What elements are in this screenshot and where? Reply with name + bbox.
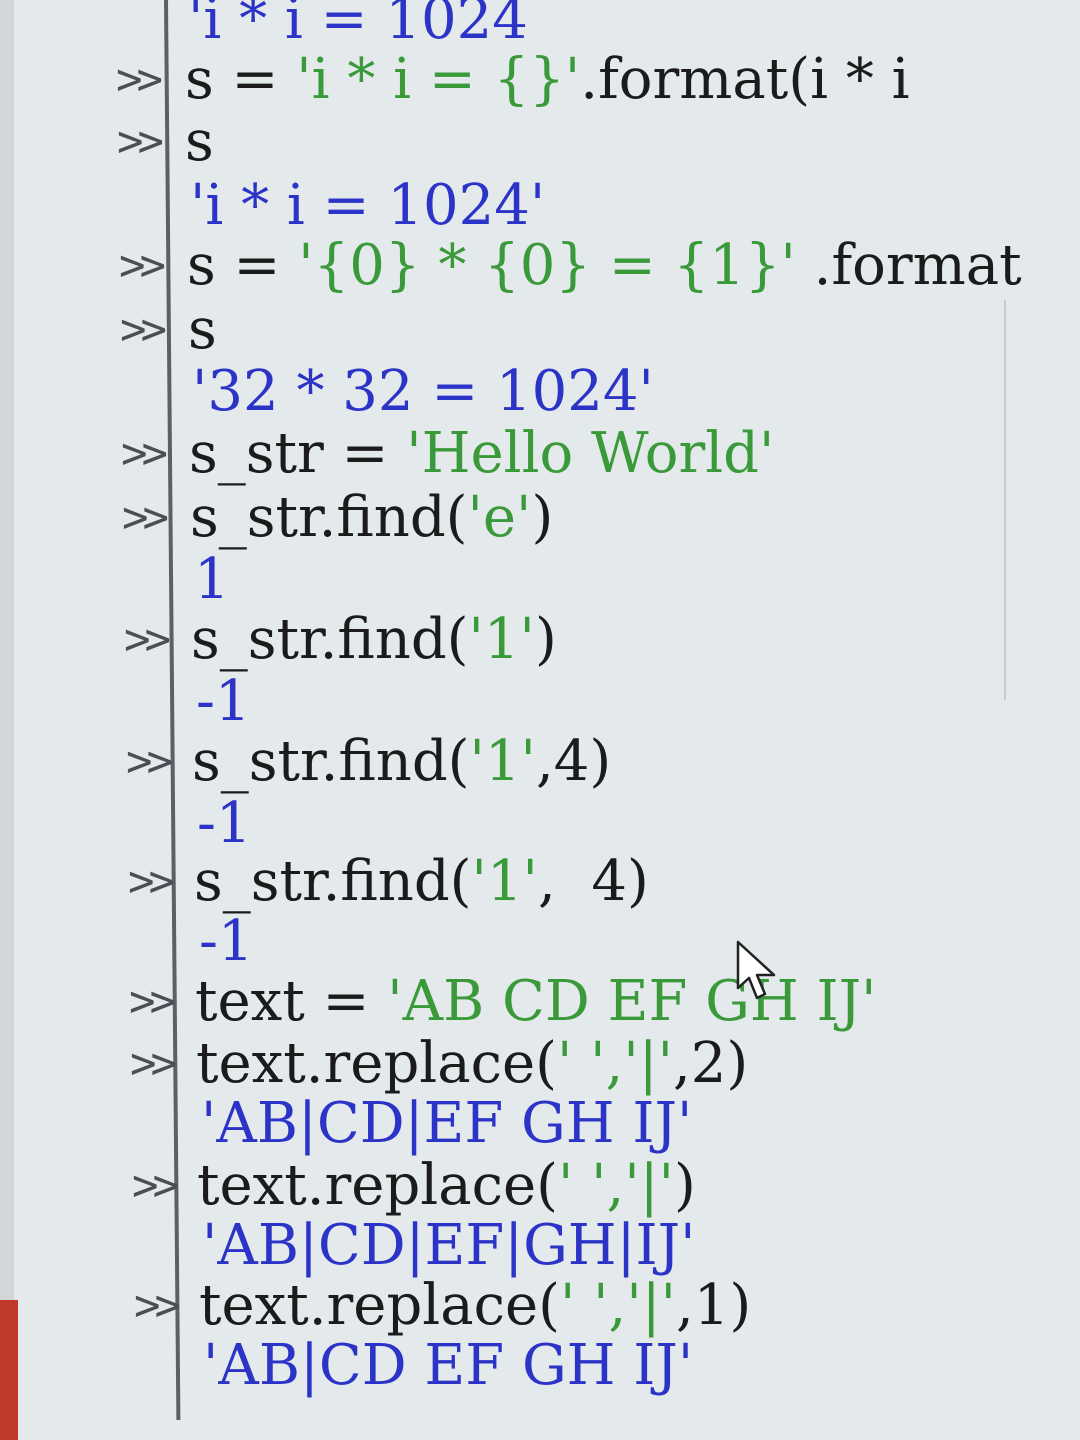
input-code[interactable]: text.replace(' ','|') <box>197 1156 696 1216</box>
prompt-symbol: >> <box>116 54 163 105</box>
prompt-symbol: >> <box>119 240 166 291</box>
code-text: ,2) <box>672 1031 749 1096</box>
input-code[interactable]: s_str.find('e') <box>190 488 553 548</box>
prompt-symbol: >> <box>117 116 164 167</box>
code-text: s_str.find( <box>192 729 470 794</box>
string-literal: '{0} * {0} = {1}' <box>298 233 796 298</box>
string-literal: '1' <box>471 849 538 914</box>
code-text: s_str.find( <box>194 849 472 914</box>
prompt-symbol: >> <box>132 1160 179 1211</box>
console-output-area[interactable]: 'i * i = 1024 >> s = 'i * i = {}'.format(i… <box>0 0 1080 1440</box>
input-code[interactable]: s_str.find('1', 4) <box>194 852 649 912</box>
code-text: s = <box>185 47 297 112</box>
output-value: 'AB|CD EF GH IJ' <box>203 1333 694 1398</box>
code-text: .format(i * i <box>580 47 910 112</box>
prompt-symbol: >> <box>134 1280 181 1331</box>
input-code[interactable]: s_str = 'Hello World' <box>189 424 774 484</box>
input-code[interactable]: text.replace(' ','|',1) <box>199 1276 751 1336</box>
output-value: 'AB|CD|EF GH IJ' <box>201 1091 693 1156</box>
prompt-symbol: >> <box>128 856 175 907</box>
code-text: s <box>188 297 217 362</box>
string-literal: '1' <box>468 607 535 672</box>
prompt-symbol: >> <box>120 304 167 355</box>
code-text: ) <box>673 1153 696 1218</box>
code-text: text.replace( <box>196 1031 557 1096</box>
code-text: s_str = <box>189 421 407 486</box>
output-value: 'AB|CD|EF|GH|IJ' <box>202 1213 696 1278</box>
code-text: ,4) <box>535 729 612 794</box>
input-code[interactable]: s = '{0} * {0} = {1}' .format <box>187 236 1022 296</box>
string-literal: ' ','|' <box>559 1273 676 1338</box>
output-value: 'i * i = 1024 <box>188 0 528 52</box>
prompt-symbol: >> <box>129 976 176 1027</box>
code-text: s = <box>187 233 299 298</box>
prompt-symbol: >> <box>130 1038 177 1089</box>
code-text: text.replace( <box>197 1153 558 1218</box>
code-text: , 4) <box>537 849 649 914</box>
prompt-symbol: >> <box>126 736 173 787</box>
string-literal: 'AB CD EF GH IJ' <box>387 969 877 1034</box>
input-code[interactable]: s <box>188 300 217 360</box>
input-code[interactable]: s_str.find('1',4) <box>192 732 611 792</box>
code-text: s_str.find( <box>190 485 468 550</box>
string-literal: 'Hello World' <box>406 421 775 486</box>
code-text: .format <box>795 233 1022 298</box>
code-text: s <box>185 109 214 174</box>
prompt-symbol: >> <box>124 614 171 665</box>
string-literal: 'i * i = {}' <box>296 47 581 112</box>
code-text: ) <box>534 607 557 672</box>
code-text: text = <box>195 969 388 1034</box>
prompt-symbol: >> <box>121 428 168 479</box>
code-text: s_str.find( <box>191 607 469 672</box>
string-literal: ' ','|' <box>557 1153 674 1218</box>
string-literal: 'e' <box>467 485 532 550</box>
code-text: ,1) <box>675 1273 752 1338</box>
code-text: ) <box>531 485 554 550</box>
output-value: -1 <box>199 909 254 974</box>
input-code[interactable]: s <box>185 112 214 172</box>
string-literal: ' ','|' <box>556 1031 673 1096</box>
output-value: '32 * 32 = 1024' <box>192 359 654 424</box>
code-text: text.replace( <box>199 1273 560 1338</box>
input-code[interactable]: s = 'i * i = {}'.format(i * i <box>185 50 910 110</box>
input-code[interactable]: s_str.find('1') <box>191 610 557 670</box>
output-value: -1 <box>196 669 251 734</box>
input-code[interactable]: text.replace(' ','|',2) <box>196 1034 748 1094</box>
output-value: -1 <box>197 791 252 856</box>
prompt-symbol: >> <box>122 492 169 543</box>
output-value: 1 <box>194 547 230 612</box>
output-value: 'i * i = 1024' <box>190 173 546 238</box>
string-literal: '1' <box>469 729 536 794</box>
